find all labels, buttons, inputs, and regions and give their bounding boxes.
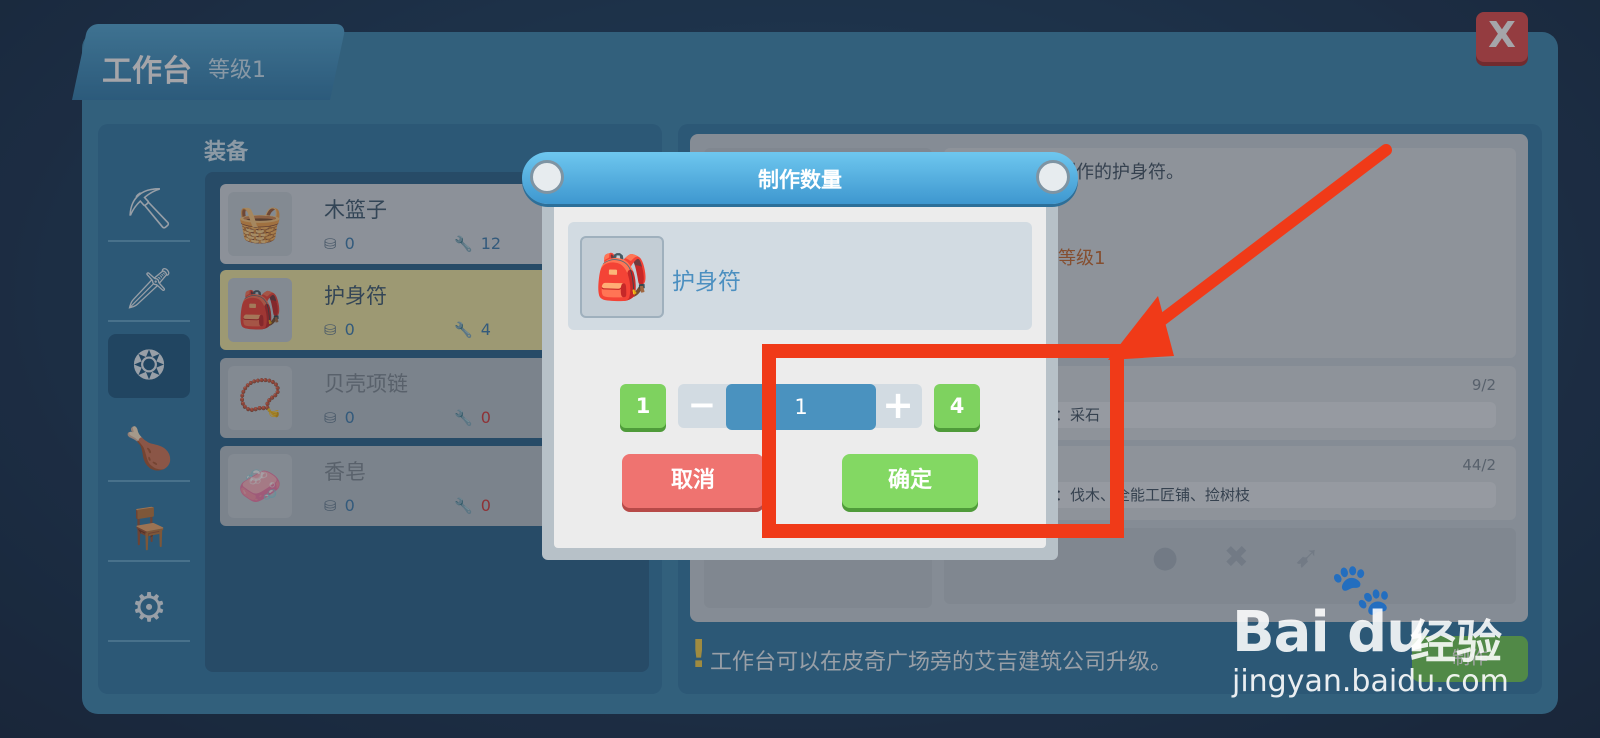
watermark-url: jingyan.baidu.com — [1232, 664, 1509, 699]
watermark-brand: Bai du — [1232, 600, 1426, 665]
watermark-cn: 经验 — [1410, 615, 1502, 669]
